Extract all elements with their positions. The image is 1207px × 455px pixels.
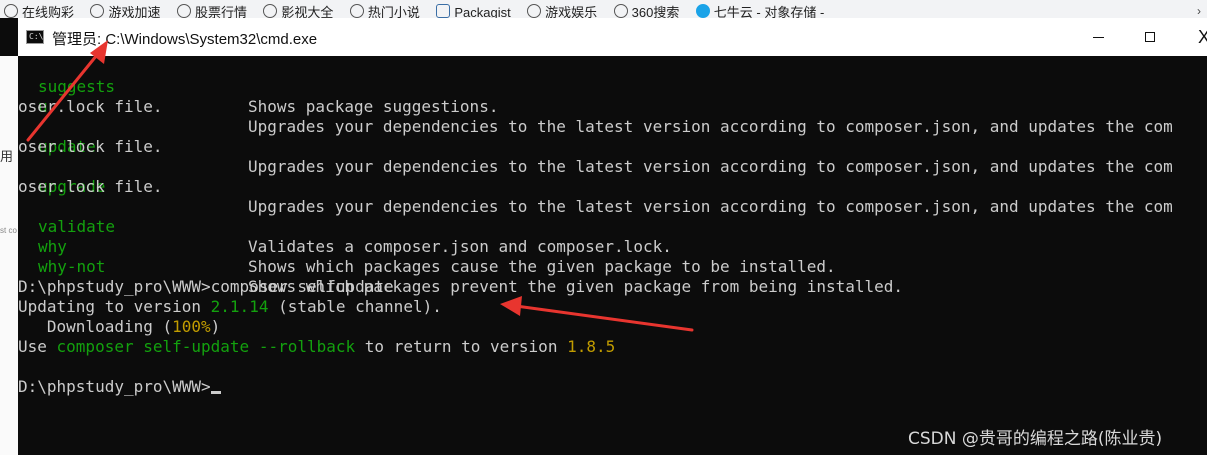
bookmarks-bar: 在线购彩 游戏加速 股票行情 影视大全 热门小说 Packagist 游戏娱乐 … [0, 0, 1207, 18]
update-status-line: Updating to version 2.1.14 (stable chann… [18, 297, 442, 316]
help-row: u Upgrades your dependencies to the late… [18, 77, 1207, 136]
previous-version: 1.8.5 [567, 337, 616, 356]
text-cursor [210, 391, 221, 394]
bookmarks-more-button[interactable]: › [1197, 4, 1201, 18]
window-titlebar[interactable]: C:\ 管理员: C:\Windows\System32\cmd.exe X [18, 18, 1207, 56]
bookmark-item[interactable]: 游戏娱乐 [527, 0, 597, 18]
globe-icon [263, 4, 278, 18]
qiniu-icon [695, 4, 710, 18]
background-window-strip: 用 st co [0, 56, 18, 455]
wrapped-line: oser.lock file. [18, 137, 163, 156]
window-title: 管理员: C:\Windows\System32\cmd.exe [52, 31, 318, 48]
maximize-icon [1145, 32, 1155, 42]
console-output[interactable]: suggests Shows package suggestions. u Up… [18, 56, 1207, 455]
bookmark-item[interactable]: 360搜索 [613, 0, 679, 18]
prompt-line: D:\phpstudy_pro\WWW>composer selfupdate [18, 277, 394, 296]
bookmark-item[interactable]: 在线购彩 [4, 0, 74, 18]
globe-icon [90, 4, 105, 18]
wrapped-line: oser.lock file. [18, 97, 163, 116]
globe-icon [613, 4, 628, 18]
globe-icon [349, 4, 364, 18]
command-description: Shows package suggestions. [248, 97, 499, 116]
globe-icon [4, 4, 18, 18]
rollback-command: composer self-update --rollback [56, 337, 356, 356]
rollback-hint-line: Use composer self-update --rollback to r… [18, 337, 616, 356]
globe-icon [527, 4, 542, 18]
help-row: upgrade Upgrades your dependencies to th… [18, 157, 1207, 216]
command-name: why-not [38, 257, 106, 276]
background-text-fragment: 用 [0, 149, 14, 164]
background-text-fragment: st co [0, 226, 17, 235]
prompt-line[interactable]: D:\phpstudy_pro\WWW> [18, 377, 221, 397]
version-number: 2.1.14 [210, 297, 269, 316]
wrapped-line: oser.lock file. [18, 177, 163, 196]
help-row: suggests Shows package suggestions. [18, 57, 1207, 116]
bookmark-item[interactable]: 热门小说 [349, 0, 420, 18]
minimize-button[interactable] [1070, 18, 1126, 56]
bookmark-item[interactable]: 游戏加速 [90, 0, 160, 18]
help-row: why-not Shows which packages prevent the… [18, 237, 1207, 296]
bookmark-item[interactable]: Packagist [436, 0, 511, 18]
close-button[interactable]: X [1176, 18, 1207, 56]
globe-icon [176, 4, 191, 18]
download-percent: 100% [172, 317, 211, 336]
bookmark-item[interactable]: 股票行情 [176, 0, 247, 18]
packagist-icon [436, 4, 451, 18]
watermark: CSDN @贵哥的编程之路(陈业贵) [908, 429, 1163, 449]
bookmark-item[interactable]: 七牛云 - 对象存储 - [695, 0, 824, 18]
help-row: update Upgrades your dependencies to the… [18, 117, 1207, 176]
cmd-icon[interactable]: C:\ [26, 30, 44, 44]
help-row: validate Validates a composer.json and c… [18, 197, 1207, 256]
command-description: Shows which packages cause the given pac… [248, 257, 836, 276]
bookmark-item[interactable]: 影视大全 [263, 0, 333, 18]
maximize-button[interactable] [1122, 18, 1178, 56]
download-progress-line: Downloading (100%) [18, 317, 221, 336]
help-row: why Shows which packages cause the given… [18, 217, 1207, 276]
minimize-icon [1092, 36, 1104, 38]
